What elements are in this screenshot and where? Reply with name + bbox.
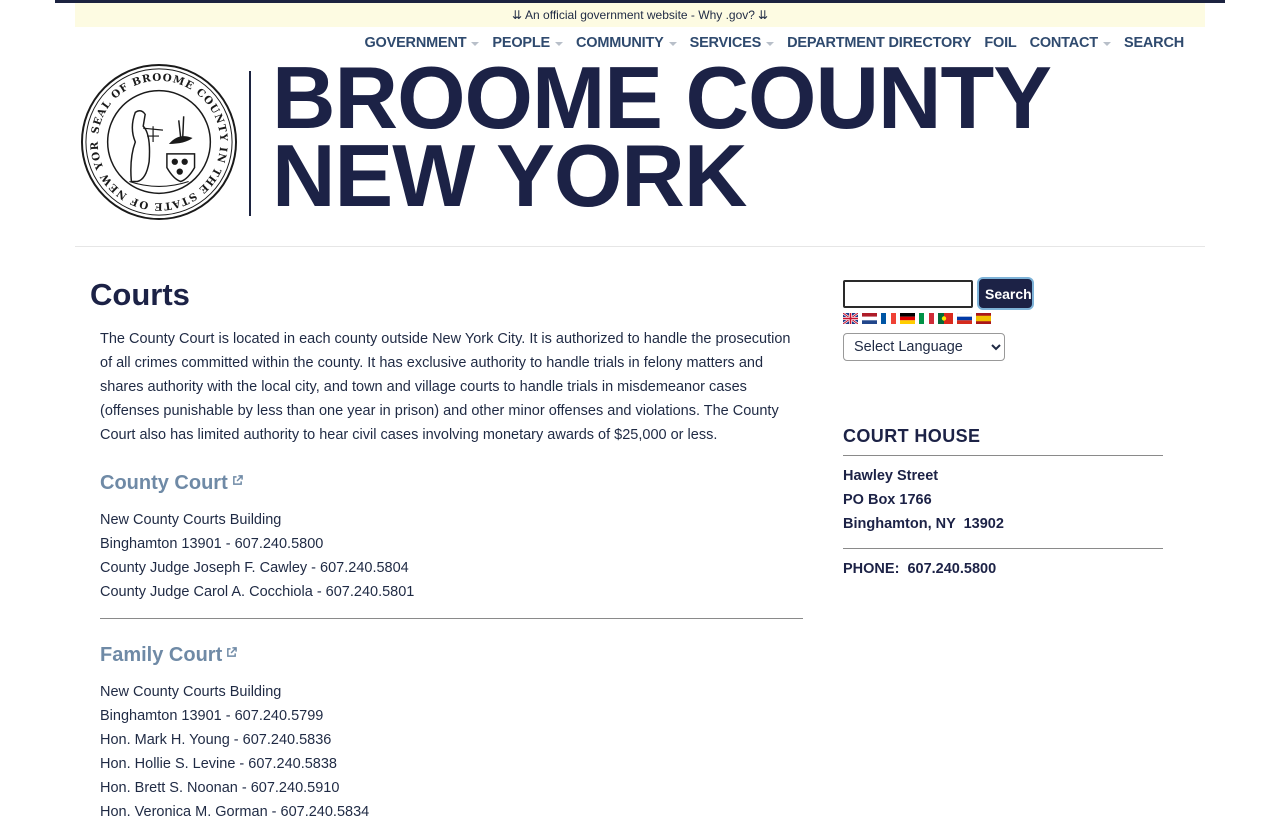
flag-de-icon[interactable] bbox=[900, 313, 915, 324]
address-line: Binghamton, NY 13902 bbox=[843, 516, 1004, 532]
caret-down-icon bbox=[1102, 42, 1111, 46]
caret-down-icon bbox=[668, 42, 677, 46]
sidebar: Search Select Language COURT HOUSE Hawle… bbox=[843, 277, 1163, 581]
gov-banner-text[interactable]: An official government website - Why .go… bbox=[525, 8, 755, 22]
detail-line: New County Courts Building bbox=[100, 684, 282, 700]
site-search: Search bbox=[843, 277, 1163, 310]
court-house-divider bbox=[843, 548, 1163, 549]
court-house-divider bbox=[843, 455, 1163, 456]
detail-line: Hon. Hollie S. Levine - 607.240.5838 bbox=[100, 756, 337, 772]
court-house-phone: PHONE: 607.240.5800 bbox=[843, 561, 997, 577]
family-court-link[interactable]: Family Court bbox=[100, 640, 222, 670]
court-house-address: Hawley Street PO Box 1766 Binghamton, NY… bbox=[843, 464, 1163, 536]
page-title: Courts bbox=[90, 277, 190, 312]
detail-line: Binghamton 13901 - 607.240.5800 bbox=[100, 536, 324, 552]
intro-paragraph: The County Court is located in each coun… bbox=[100, 331, 791, 443]
flag-ru-icon[interactable] bbox=[957, 313, 972, 324]
detail-line: Hon. Brett S. Noonan - 607.240.5910 bbox=[100, 780, 340, 796]
detail-line: County Judge Joseph F. Cawley - 607.240.… bbox=[100, 560, 409, 576]
address-line: PO Box 1766 bbox=[843, 492, 932, 508]
detail-line: Hon. Mark H. Young - 607.240.5836 bbox=[100, 732, 332, 748]
flag-pt-icon[interactable] bbox=[938, 313, 953, 324]
logo-wordmark: BROOME COUNTY NEW YORK bbox=[272, 54, 1052, 225]
county-court-link[interactable]: County Court bbox=[100, 468, 228, 498]
caret-down-icon bbox=[555, 42, 563, 46]
flag-fr-icon[interactable] bbox=[881, 313, 896, 324]
detail-line: New County Courts Building bbox=[100, 512, 282, 528]
section-heading: County Court bbox=[100, 468, 803, 498]
external-link-icon bbox=[232, 474, 243, 485]
flag-it-icon[interactable] bbox=[919, 313, 934, 324]
detail-line: Hon. Veronica M. Gorman - 607.240.5834 bbox=[100, 804, 370, 820]
header-divider bbox=[75, 246, 1205, 247]
caret-down-icon bbox=[766, 42, 775, 46]
external-link-icon bbox=[227, 646, 238, 657]
caret-down-icon bbox=[471, 42, 480, 46]
nav-label: SEARCH bbox=[1123, 35, 1184, 51]
main-content: Courts The County Court is located in ea… bbox=[90, 275, 810, 824]
language-select[interactable]: Select Language bbox=[843, 333, 1005, 361]
county-court-section: County Court New County Courts Building … bbox=[100, 468, 803, 619]
detail-line: Binghamton 13901 - 607.240.5799 bbox=[100, 708, 324, 724]
logo-divider bbox=[249, 71, 251, 216]
search-button[interactable]: Search bbox=[977, 277, 1034, 310]
court-house-info: COURT HOUSE Hawley Street PO Box 1766 Bi… bbox=[843, 423, 1163, 581]
county-seal-icon: SEAL OF BROOME COUNTY IN THE STATE OF NE… bbox=[80, 63, 238, 221]
down-arrows-icon: ⇊ bbox=[757, 8, 768, 22]
family-court-section: Family Court New County Courts Building … bbox=[100, 640, 803, 824]
search-input[interactable] bbox=[843, 279, 973, 308]
flag-es-icon[interactable] bbox=[976, 313, 991, 324]
language-flags bbox=[843, 313, 1163, 324]
section-heading: Family Court bbox=[100, 640, 803, 670]
flag-en-icon[interactable] bbox=[843, 313, 858, 324]
gov-banner[interactable]: ⇊ An official government website - Why .… bbox=[75, 3, 1205, 27]
county-court-details: New County Courts Building Binghamton 13… bbox=[100, 508, 803, 604]
detail-line: County Judge Carol A. Cocchiola - 607.24… bbox=[100, 584, 415, 600]
site-logo[interactable]: SEAL OF BROOME COUNTY IN THE STATE OF NE… bbox=[80, 54, 1150, 223]
down-arrows-icon: ⇊ bbox=[511, 8, 523, 22]
family-court-details: New County Courts Building Binghamton 13… bbox=[100, 680, 803, 824]
nav-item-search[interactable]: SEARCH bbox=[1124, 35, 1184, 51]
logo-line-2: NEW YORK bbox=[272, 126, 747, 225]
section-divider bbox=[100, 618, 803, 619]
address-line: Hawley Street bbox=[843, 468, 939, 484]
court-house-heading: COURT HOUSE bbox=[843, 426, 981, 446]
flag-nl-icon[interactable] bbox=[862, 313, 877, 324]
